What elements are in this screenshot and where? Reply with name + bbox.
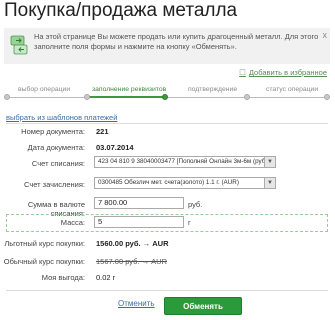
choose-template-link[interactable]: выбрать из шаблонов платежей: [6, 113, 117, 122]
info-text: На этой странице Вы можете продать или к…: [34, 32, 319, 51]
exchange-icon: [9, 33, 29, 62]
step-label-select: выбор операции: [18, 86, 71, 93]
progress-line-active: [88, 96, 164, 98]
info-panel: На этой странице Вы можете продать или к…: [4, 28, 330, 64]
debit-account-label: Счет списания:: [31, 159, 85, 168]
debit-account-select[interactable]: 423 04 810 9 38040003477 [Пополняй Онлай…: [94, 156, 276, 168]
benefit-value: 0.02 г: [96, 273, 116, 282]
step-dot-select: [84, 94, 90, 100]
step-dot-confirm: [244, 94, 250, 100]
step-dot-start: [4, 94, 10, 100]
mass-label: Масса:: [60, 218, 85, 227]
step-dot-fill: [162, 94, 168, 100]
doc-number-value: 221: [96, 127, 109, 136]
chevron-down-icon[interactable]: ▼: [264, 178, 275, 188]
regular-rate-label: Обычный курс покупки:: [3, 257, 85, 266]
progress-steps: выбор операции заполнение реквизитов под…: [4, 86, 330, 106]
cancel-button[interactable]: Отменить: [118, 299, 155, 308]
benefit-label: Моя выгода:: [41, 273, 85, 282]
close-icon[interactable]: x: [323, 30, 328, 40]
chevron-down-icon[interactable]: ▼: [264, 157, 275, 167]
mass-input[interactable]: 5: [94, 216, 184, 228]
step-dot-status: [324, 94, 330, 100]
debit-account-value: 423 04 810 9 38040003477 [Пополняй Онлай…: [98, 158, 271, 165]
doc-date-label: Дата документа:: [27, 143, 85, 152]
amount-unit: руб.: [188, 200, 203, 209]
exchange-button[interactable]: Обменять: [164, 297, 242, 315]
regular-rate-value: 1567.00 руб. → AUR: [96, 257, 167, 266]
page-title: Покупка/продажа металла: [4, 0, 238, 21]
step-label-status: статус операции: [266, 86, 319, 93]
favorites-icon: ☐: [239, 68, 246, 77]
step-label-fill: заполнение реквизитов: [92, 86, 167, 93]
credit-account-value: 0300485 Обезлич мет. счета(золото) 1.1 г…: [98, 179, 239, 186]
preferential-rate-value: 1560.00 руб. → AUR: [96, 239, 169, 248]
doc-number-label: Номер документа:: [21, 127, 85, 136]
add-to-favorites-link[interactable]: ☐ Добавить в избранное: [239, 68, 327, 77]
doc-date-value: 03.07.2014: [96, 143, 134, 152]
divider: [6, 123, 328, 124]
step-label-confirm: подтверждение: [188, 86, 238, 93]
credit-account-label: Счет зачисления:: [24, 180, 85, 189]
preferential-rate-label: Льготный курс покупки:: [4, 239, 85, 248]
amount-input[interactable]: 7 800.00: [94, 197, 184, 209]
divider: [6, 290, 328, 291]
favorites-label: Добавить в избранное: [248, 68, 327, 77]
mass-unit: г: [188, 218, 191, 227]
credit-account-select[interactable]: 0300485 Обезлич мет. счета(золото) 1.1 г…: [94, 177, 276, 189]
